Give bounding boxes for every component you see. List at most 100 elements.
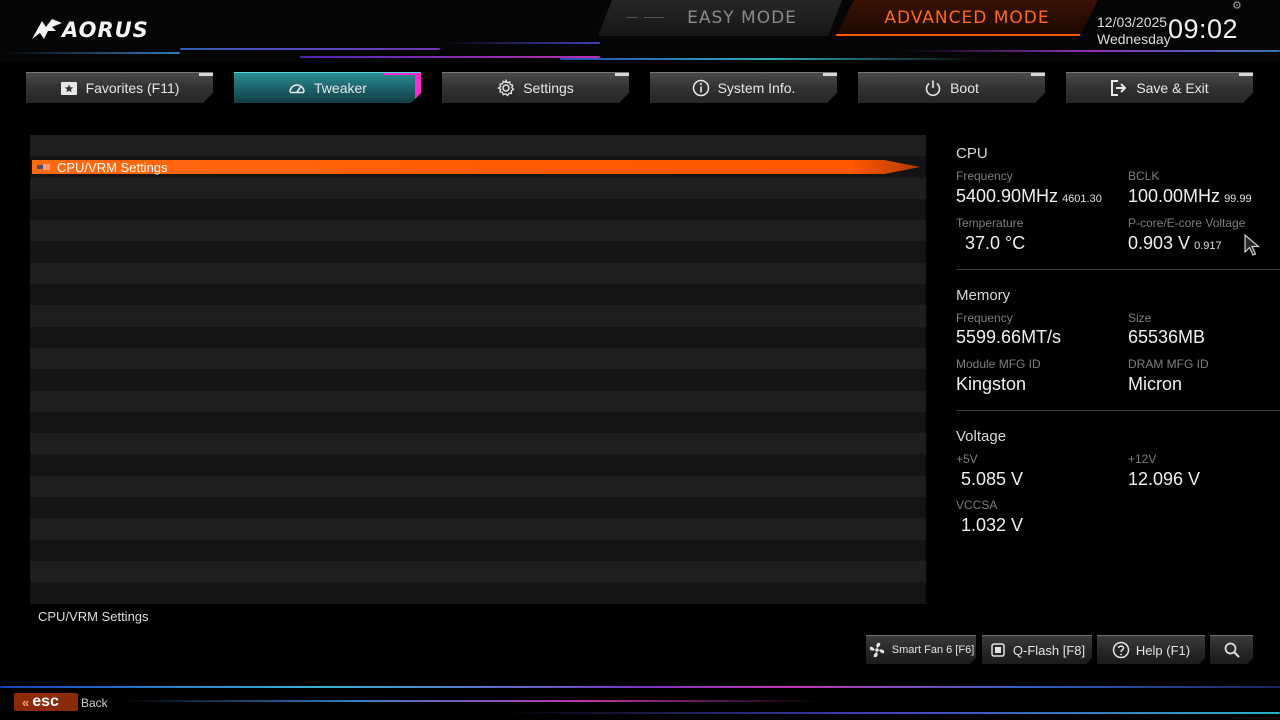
aorus-logo: AORUS bbox=[30, 16, 149, 44]
cpu-frequency-main: 5400.90MHz bbox=[956, 186, 1059, 206]
bclk-label: BCLK bbox=[1128, 169, 1160, 183]
fan-icon bbox=[868, 641, 886, 659]
dram-mfg-label: DRAM MFG ID bbox=[1128, 357, 1209, 371]
list-row-background bbox=[30, 475, 926, 498]
easy-mode-dash bbox=[644, 17, 664, 18]
header-streak bbox=[0, 52, 180, 54]
help-button[interactable]: Help (F1) bbox=[1097, 635, 1205, 664]
advanced-mode-button[interactable]: ADVANCED MODE bbox=[836, 0, 1098, 36]
bclk-main: 100.00MHz bbox=[1128, 186, 1221, 206]
v5-label: +5V bbox=[956, 452, 978, 466]
power-icon bbox=[924, 79, 942, 97]
list-row-background bbox=[30, 497, 926, 519]
list-row-background bbox=[30, 135, 926, 157]
item-help-text: CPU/VRM Settings bbox=[38, 609, 149, 624]
list-row-background bbox=[30, 518, 926, 540]
easy-mode-label: EASY MODE bbox=[687, 8, 797, 28]
tab-label: Boot bbox=[950, 80, 979, 96]
list-item-cpu-vrm-settings[interactable]: CPU/VRM Settings bbox=[32, 159, 920, 175]
memory-size-value: 65536MB bbox=[1128, 327, 1206, 347]
info-icon bbox=[692, 79, 710, 97]
vccsa-label: VCCSA bbox=[956, 498, 998, 512]
double-chevron-left-icon: « bbox=[22, 694, 30, 710]
smart-fan-label: Smart Fan 6 [F6] bbox=[891, 644, 975, 656]
help-label: Help (F1) bbox=[1135, 642, 1191, 658]
tab-settings[interactable]: Settings bbox=[442, 72, 629, 103]
date-display: 12/03/2025 Wednesday bbox=[1097, 14, 1171, 48]
header-streak bbox=[180, 48, 440, 50]
tab-notch bbox=[1239, 73, 1253, 76]
tab-tweaker[interactable]: Tweaker bbox=[234, 72, 421, 103]
memory-frequency-value: 5599.66MT/s bbox=[956, 327, 1062, 347]
memory-section-title: Memory bbox=[956, 287, 1011, 304]
chip-icon bbox=[989, 641, 1007, 659]
easy-mode-dash bbox=[626, 17, 638, 18]
clock-time: 09:02 bbox=[1168, 14, 1239, 44]
core-voltage-sub: 0.917 bbox=[1194, 240, 1222, 252]
vccsa-value: 1.032 V bbox=[961, 515, 1024, 535]
footer-streak bbox=[120, 700, 820, 702]
memory-size-label: Size bbox=[1128, 311, 1152, 325]
tab-boot[interactable]: Boot bbox=[858, 72, 1045, 103]
tab-label: System Info. bbox=[717, 80, 796, 96]
smart-fan-button[interactable]: Smart Fan 6 [F6] bbox=[866, 635, 976, 664]
easy-mode-button[interactable]: EASY MODE bbox=[598, 0, 842, 36]
core-voltage-label: P-core/E-core Voltage bbox=[1128, 216, 1246, 230]
voltage-section-title: Voltage bbox=[956, 428, 1007, 445]
advanced-mode-label: ADVANCED MODE bbox=[884, 8, 1050, 28]
cpu-temperature-label: Temperature bbox=[956, 216, 1024, 230]
list-item-label: CPU/VRM Settings bbox=[57, 159, 168, 175]
cpu-temperature-value: 37.0 °C bbox=[965, 233, 1026, 253]
tab-notch bbox=[615, 73, 629, 76]
bclk-sub: 99.99 bbox=[1224, 193, 1252, 205]
v12-label: +12V bbox=[1128, 452, 1157, 466]
module-mfg-label: Module MFG ID bbox=[956, 357, 1041, 371]
tab-save-exit[interactable]: Save & Exit bbox=[1066, 72, 1253, 103]
list-row-background bbox=[30, 305, 926, 327]
help-icon bbox=[1112, 641, 1130, 659]
header-streak bbox=[300, 56, 600, 58]
esc-label: esc bbox=[32, 693, 59, 710]
top-bar: AORUS EASY MODE ADVANCED MODE 12/03/2025… bbox=[0, 0, 1280, 62]
list-row-background bbox=[30, 347, 926, 370]
dram-mfg-value: Micron bbox=[1128, 374, 1183, 394]
cpu-frequency-label: Frequency bbox=[956, 169, 1013, 183]
tab-notch bbox=[823, 73, 837, 76]
section-divider bbox=[956, 410, 1280, 411]
list-row-background bbox=[30, 390, 926, 412]
esc-button[interactable]: « esc bbox=[14, 693, 78, 711]
footer-streak bbox=[0, 686, 1280, 688]
footer-streak bbox=[500, 712, 1280, 714]
speedometer-icon bbox=[288, 79, 306, 97]
core-voltage-value: 0.903 V 0.917 bbox=[1128, 233, 1222, 254]
settings-list: CPU/VRM Settings bbox=[30, 135, 926, 604]
cpu-section-title: CPU bbox=[956, 145, 988, 162]
section-divider bbox=[956, 269, 1280, 270]
weekday-text: Wednesday bbox=[1097, 31, 1171, 47]
gear-icon bbox=[497, 79, 515, 97]
list-row-background bbox=[30, 326, 926, 348]
tab-notch bbox=[415, 73, 421, 104]
mouse-cursor-icon bbox=[1244, 234, 1261, 256]
memory-frequency-label: Frequency bbox=[956, 311, 1013, 325]
tab-label: Settings bbox=[523, 80, 574, 96]
header-streak bbox=[440, 42, 600, 44]
q-flash-button[interactable]: Q-Flash [F8] bbox=[982, 635, 1092, 664]
cpu-frequency-value: 5400.90MHz 4601.30 bbox=[956, 186, 1102, 207]
tab-notch bbox=[1031, 73, 1045, 76]
core-voltage-main: 0.903 V bbox=[1128, 233, 1191, 253]
list-row-background bbox=[30, 177, 926, 199]
header-streak bbox=[900, 50, 1280, 52]
search-icon bbox=[1223, 641, 1241, 659]
tab-notch bbox=[199, 73, 213, 76]
list-row-background bbox=[30, 454, 926, 476]
submenu-arrow-icon bbox=[37, 164, 50, 170]
list-row-background bbox=[30, 582, 926, 604]
v5-value: 5.085 V bbox=[961, 469, 1024, 489]
tab-system-info[interactable]: System Info. bbox=[650, 72, 837, 103]
date-text: 12/03/2025 bbox=[1097, 14, 1168, 30]
search-button[interactable] bbox=[1210, 635, 1253, 664]
list-row-background bbox=[30, 220, 926, 242]
tab-favorites[interactable]: Favorites (F11) bbox=[26, 72, 213, 103]
settings-gear-icon[interactable]: ⚙ bbox=[1232, 0, 1244, 12]
